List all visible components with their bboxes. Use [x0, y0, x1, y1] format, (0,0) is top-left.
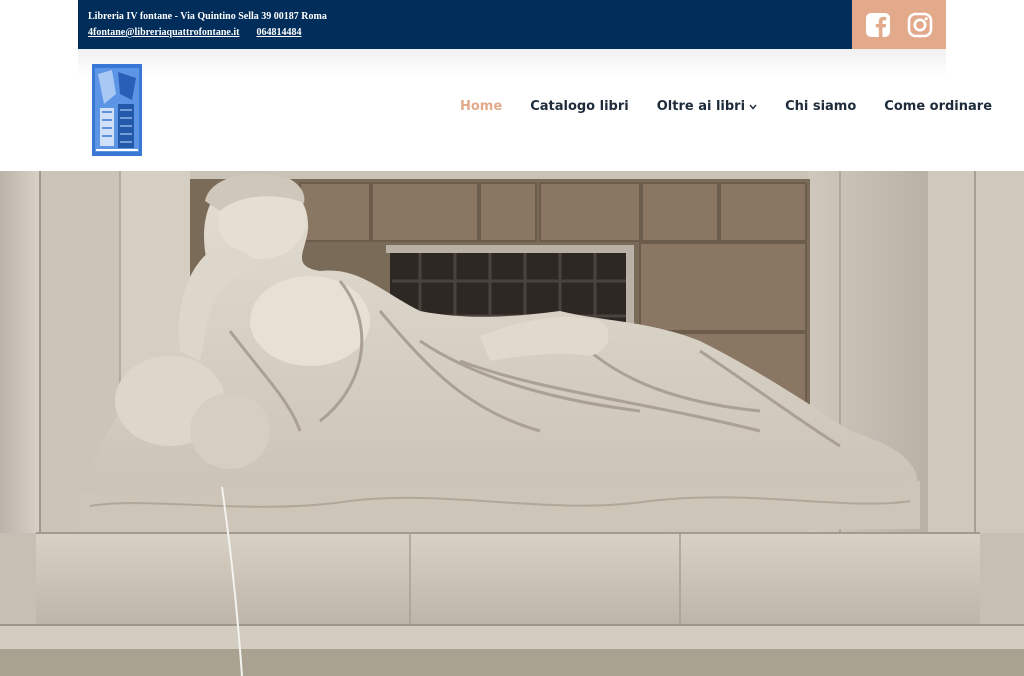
facebook-icon[interactable] — [865, 12, 891, 38]
email-link[interactable]: 4fontane@libreriaquattrofontane.it — [88, 27, 239, 38]
nav-item-label: Chi siamo — [785, 99, 857, 114]
nav-item-chi-siamo[interactable]: Chi siamo — [785, 99, 856, 114]
nav-item-catalogo-libri[interactable]: Catalogo libri — [530, 99, 629, 114]
nav-item-home[interactable]: Home — [460, 99, 502, 114]
nav-item-label: Catalogo libri — [530, 99, 629, 114]
site-logo[interactable] — [92, 64, 142, 156]
contact-info: Libreria IV fontane - Via Quintino Sella… — [88, 9, 327, 41]
chevron-down-icon — [749, 103, 757, 113]
nav-item-oltre-ai-libri[interactable]: Oltre ai libri — [657, 99, 757, 114]
header-shadow — [78, 49, 946, 77]
instagram-icon[interactable] — [907, 12, 933, 38]
phone-link[interactable]: 064814484 — [256, 27, 301, 38]
hero-image — [0, 171, 1024, 676]
nav-item-label: Come ordinare — [884, 99, 993, 114]
top-info-bar: Libreria IV fontane - Via Quintino Sella… — [78, 0, 946, 49]
nav-item-label: Oltre ai libri — [656, 99, 746, 114]
nav-item-come-ordinare[interactable]: Come ordinare — [884, 99, 992, 114]
address-text: Libreria IV fontane - Via Quintino Sella… — [88, 11, 327, 22]
social-links — [852, 0, 946, 49]
nav-item-label: Home — [460, 99, 503, 114]
main-navigation: Home Catalogo libri Oltre ai libri Chi s… — [460, 99, 992, 114]
